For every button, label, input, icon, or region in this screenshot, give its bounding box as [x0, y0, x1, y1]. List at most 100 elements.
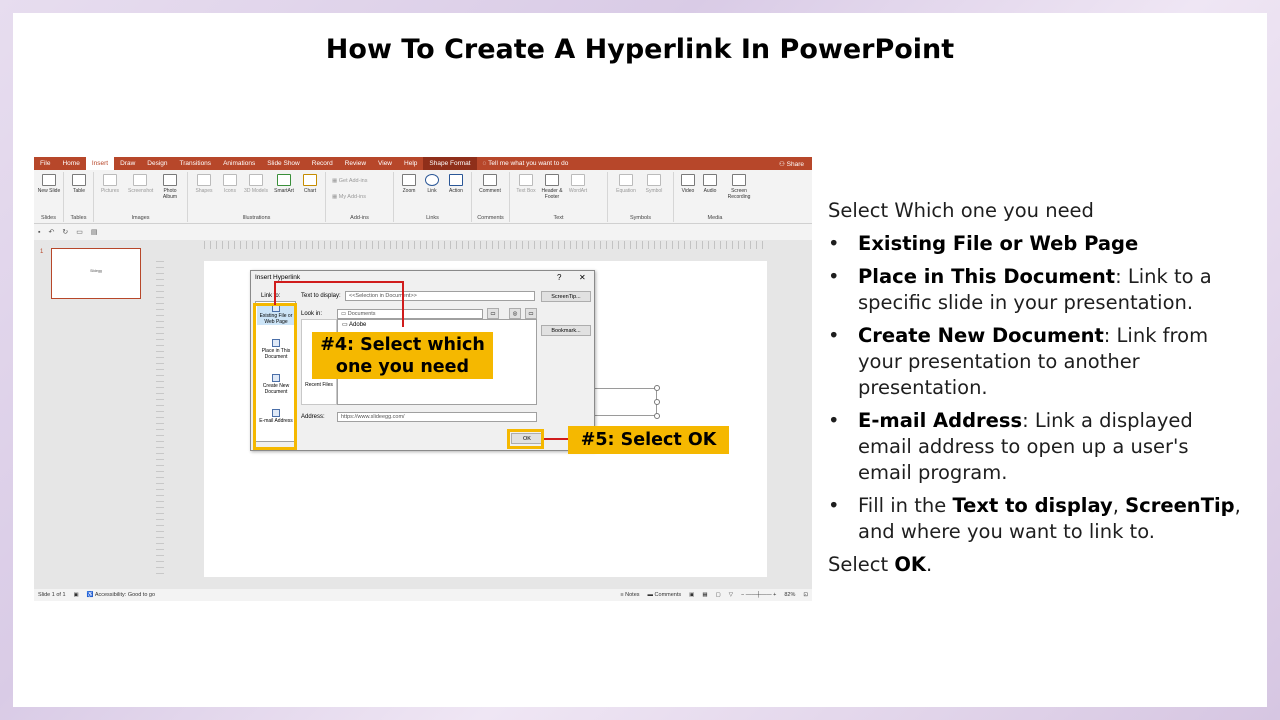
instructions-list: • Existing File or Web Page • Place in Thi…: [828, 231, 1248, 545]
screen-recording-button[interactable]: Screen Recording: [724, 174, 754, 200]
save-icon[interactable]: ▪: [38, 229, 40, 236]
browse-file-icon[interactable]: ▭: [525, 308, 537, 319]
connector-line: [274, 281, 404, 283]
my-add-ins-button[interactable]: ▦ My Add-ins: [332, 194, 366, 200]
comment-button[interactable]: Comment: [478, 174, 502, 194]
comments-icon: ▬: [647, 592, 655, 598]
tab-transitions[interactable]: Transitions: [174, 157, 218, 170]
screen-recording-icon: [732, 174, 746, 186]
tab-file[interactable]: File: [34, 157, 56, 170]
resize-handle[interactable]: [654, 385, 660, 391]
action-button[interactable]: Action: [444, 174, 468, 194]
video-button[interactable]: Video: [676, 174, 700, 194]
reading-view-icon[interactable]: ▢: [712, 592, 725, 598]
table-button[interactable]: Table: [67, 174, 91, 194]
icons-icon: [223, 174, 237, 186]
look-in-label: Look in:: [301, 311, 323, 317]
chart-icon: [303, 174, 317, 186]
wordart-icon: [571, 174, 585, 186]
tab-review[interactable]: Review: [339, 157, 372, 170]
audio-button[interactable]: Audio: [698, 174, 722, 194]
tab-insert[interactable]: Insert: [85, 157, 115, 170]
spelling-icon[interactable]: ▣: [70, 592, 83, 598]
slide-thumbnail[interactable]: Slidegg: [51, 248, 141, 299]
vertical-ruler: [156, 261, 164, 577]
slideshow-icon[interactable]: ▽: [725, 592, 737, 598]
screentip-button[interactable]: ScreenTip...: [541, 291, 591, 302]
tell-me-search[interactable]: ◌ Tell me what you want to do: [483, 160, 569, 167]
instructions-intro: Select Which one you need: [828, 199, 1094, 222]
pictures-button[interactable]: Pictures: [98, 174, 122, 194]
quick-access-toolbar: ▪ ↶ ↻ ▭ ▤: [34, 224, 812, 240]
format-icon[interactable]: ▤: [91, 228, 98, 236]
accessibility-status[interactable]: ♿ Accessibility: Good to go: [83, 592, 159, 598]
get-add-ins-button[interactable]: ▦ Get Add-ins: [332, 178, 367, 184]
tab-animations[interactable]: Animations: [217, 157, 261, 170]
notes-button[interactable]: ≡ Notes: [616, 592, 643, 598]
folder-icon: ▭: [342, 322, 350, 328]
screenshot-button[interactable]: Screenshot: [128, 174, 153, 194]
pictures-icon: [103, 174, 117, 186]
slide-sorter-icon[interactable]: ▦: [698, 592, 711, 598]
shapes-button[interactable]: Shapes: [192, 174, 216, 194]
list-item: • E-mail Address: Link a displayed email …: [828, 409, 1193, 484]
browse-web-icon[interactable]: ◎: [509, 308, 521, 319]
tab-record[interactable]: Record: [306, 157, 339, 170]
close-icon[interactable]: ✕: [579, 273, 586, 282]
zoom-button[interactable]: Zoom: [397, 174, 421, 194]
zoom-slider[interactable]: − ——┼—— +: [737, 592, 780, 598]
recent-files-item[interactable]: Recent Files: [303, 382, 335, 388]
group-symbols: Equation Symbol Symbols: [608, 172, 674, 222]
tab-view[interactable]: View: [372, 157, 398, 170]
resize-handle[interactable]: [654, 413, 660, 419]
share-button[interactable]: ⚇ Share: [779, 160, 812, 168]
bullet-icon: •: [828, 409, 840, 432]
accessibility-icon: ♿: [86, 592, 95, 598]
resize-handle[interactable]: [654, 399, 660, 405]
wordart-button[interactable]: WordArt: [566, 174, 590, 194]
new-slide-button[interactable]: New Slide: [37, 174, 61, 194]
powerpoint-screenshot: File Home Insert Draw Design Transitions…: [34, 157, 812, 601]
link-globe-icon: [425, 174, 439, 186]
3d-models-button[interactable]: 3D Models: [244, 174, 268, 194]
chart-button[interactable]: Chart: [298, 174, 322, 194]
camera-icon: [133, 174, 147, 186]
photo-album-button[interactable]: Photo Album: [158, 174, 182, 200]
tab-design[interactable]: Design: [141, 157, 173, 170]
smartart-icon: [277, 174, 291, 186]
help-button[interactable]: ?: [557, 273, 561, 282]
tab-slide-show[interactable]: Slide Show: [261, 157, 306, 170]
equation-button[interactable]: Equation: [614, 174, 638, 194]
text-box-button[interactable]: Text Box: [514, 174, 538, 194]
tab-help[interactable]: Help: [398, 157, 423, 170]
address-input[interactable]: https://www.slideegg.com/: [337, 412, 537, 422]
tab-shape-format[interactable]: Shape Format: [423, 157, 477, 170]
person-icon: ⚇: [779, 160, 787, 168]
header-footer-button[interactable]: Header & Footer: [540, 174, 564, 200]
group-links: Zoom Link Action Links: [394, 172, 472, 222]
tab-draw[interactable]: Draw: [114, 157, 141, 170]
icons-button[interactable]: Icons: [218, 174, 242, 194]
bookmark-button[interactable]: Bookmark...: [541, 325, 591, 336]
undo-icon[interactable]: ↶: [48, 228, 54, 236]
symbol-button[interactable]: Symbol: [642, 174, 666, 194]
instructions-panel: Select Which one you need • Existing File…: [828, 198, 1248, 585]
link-button[interactable]: Link: [420, 174, 444, 194]
fit-to-window-icon[interactable]: ⊡: [799, 592, 812, 598]
zoom-level[interactable]: 82%: [780, 592, 799, 598]
text-to-display-input[interactable]: <<Selection in Document>>: [345, 291, 535, 301]
comments-button[interactable]: ▬ Comments: [644, 592, 686, 598]
smartart-button[interactable]: SmartArt: [272, 174, 296, 194]
look-in-select[interactable]: ▭ Documents: [337, 309, 483, 319]
normal-view-icon[interactable]: ▣: [685, 592, 698, 598]
slide-info: Slide 1 of 1: [38, 592, 66, 598]
file-list-item[interactable]: ▭ Adobe: [342, 321, 366, 328]
present-icon[interactable]: ▭: [76, 228, 83, 236]
redo-icon[interactable]: ↻: [62, 228, 68, 236]
browse-folder-icon[interactable]: ▭: [487, 308, 499, 319]
group-illustrations: Shapes Icons 3D Models SmartArt Chart Il…: [188, 172, 326, 222]
bullet-icon: •: [828, 265, 840, 288]
tab-home[interactable]: Home: [56, 157, 85, 170]
folder-icon: ▭: [341, 311, 348, 317]
group-label: Comments: [477, 215, 504, 221]
